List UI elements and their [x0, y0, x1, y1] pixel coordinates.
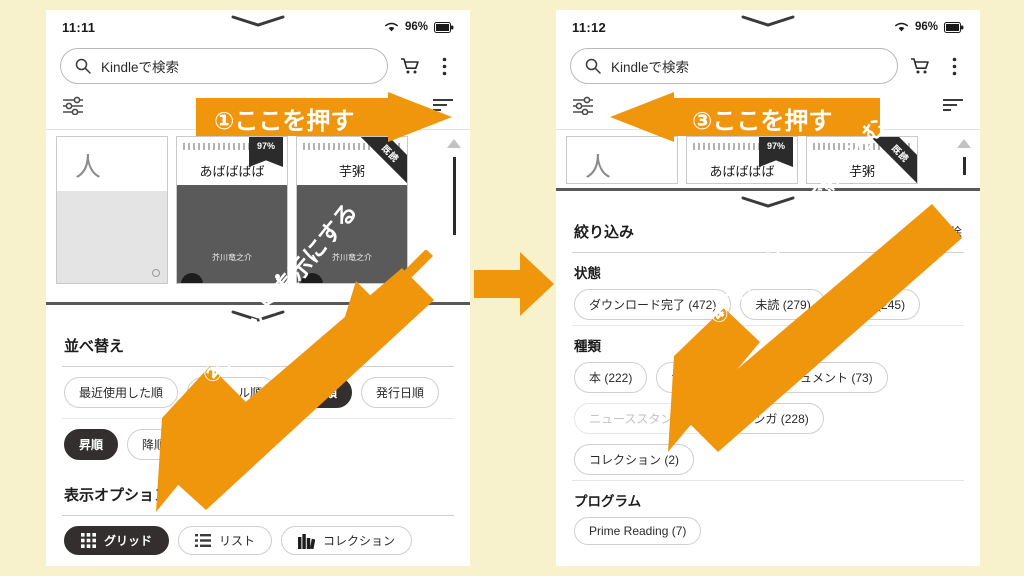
- shelf-scrollbar[interactable]: [446, 138, 462, 235]
- filter-chip-book[interactable]: 本 (222): [574, 362, 648, 393]
- battery-icon: [434, 21, 454, 33]
- filter-settings-button[interactable]: [62, 95, 84, 120]
- status-right-group: 96%: [384, 21, 454, 33]
- battery-percent: 96%: [914, 21, 938, 33]
- search-input[interactable]: Kindleで検索: [60, 48, 388, 84]
- annotation-step-1: ①ここを押す: [196, 92, 452, 142]
- wifi-icon: [895, 22, 908, 32]
- display-chip-collection-label: コレクション: [323, 534, 396, 548]
- grid-icon: [81, 533, 96, 548]
- filter-group-label-program: プログラム: [574, 494, 642, 509]
- book-title: 芋粥: [338, 164, 365, 179]
- filter-settings-button[interactable]: [572, 95, 594, 120]
- filter-title: 絞り込み: [574, 224, 635, 241]
- notch-chevron-icon: [231, 15, 285, 27]
- shelf-scrollbar[interactable]: [956, 138, 972, 175]
- annotation-step-3-label: ③ここを押す: [692, 108, 833, 135]
- sort-icon: [943, 99, 963, 111]
- display-options-row: グリッド リスト コレクション: [46, 516, 470, 565]
- annotation-step-4: ④コレクションで絞り込む: [660, 114, 970, 460]
- scroll-thumb[interactable]: [962, 157, 966, 175]
- cart-icon: [911, 58, 929, 74]
- search-icon: [585, 58, 601, 74]
- scroll-thumb[interactable]: [452, 157, 456, 235]
- screenshot-stage: 11:11 96% Kindleで検索 人 あばばばば 芥川竜之介 97% 芋粥…: [0, 0, 1024, 576]
- right-status-bar: 11:12 96%: [556, 10, 980, 44]
- status-time: 11:11: [62, 19, 96, 35]
- overflow-menu-button[interactable]: [942, 57, 966, 76]
- pdf-cover-top: 人: [567, 137, 677, 183]
- status-right-group: 96%: [894, 21, 964, 33]
- cart-button[interactable]: [908, 57, 932, 75]
- search-icon: [75, 58, 91, 74]
- pdf-cover-top: 人: [57, 137, 167, 191]
- left-search-row: Kindleで検索: [46, 44, 470, 92]
- notch-chevron-icon: [741, 15, 795, 27]
- order-chip-asc[interactable]: 昇順: [64, 429, 119, 460]
- wifi-icon: [385, 22, 398, 32]
- display-chip-collection[interactable]: コレクション: [281, 526, 413, 555]
- display-chip-list[interactable]: リスト: [178, 526, 273, 555]
- cart-button[interactable]: [398, 57, 422, 75]
- right-arrow-icon: [474, 252, 554, 316]
- filter-settings-icon: [63, 96, 83, 116]
- display-chip-grid-label: グリッド: [104, 534, 153, 548]
- sort-button[interactable]: [942, 97, 964, 118]
- annotation-step-3: ③ここを押す: [610, 92, 880, 142]
- book-card-1[interactable]: あばばばば 97%: [686, 136, 798, 184]
- battery-percent: 96%: [404, 21, 428, 33]
- annotation-step-2: ②グリッド表示にする: [150, 198, 440, 520]
- filter-chips-program: Prime Reading (7): [556, 512, 980, 550]
- scroll-up-icon: [957, 139, 971, 148]
- overflow-menu-button[interactable]: [432, 57, 456, 76]
- overflow-menu-icon: [952, 57, 956, 75]
- filter-chip-prime-reading[interactable]: Prime Reading (7): [574, 517, 702, 545]
- filter-settings-icon: [573, 96, 593, 116]
- overflow-menu-icon: [442, 57, 446, 75]
- list-icon: [195, 534, 212, 547]
- book-card-pdf[interactable]: 人: [566, 136, 678, 184]
- transition-arrow: [472, 248, 556, 320]
- right-search-row: Kindleで検索: [556, 44, 980, 92]
- pdf-person-icon: 人: [585, 153, 612, 183]
- search-input[interactable]: Kindleで検索: [570, 48, 898, 84]
- search-placeholder: Kindleで検索: [101, 60, 180, 75]
- cart-icon: [401, 58, 419, 74]
- display-chip-grid[interactable]: グリッド: [64, 526, 170, 555]
- annotation-step-1-label: ①ここを押す: [214, 108, 355, 135]
- left-status-bar: 11:11 96%: [46, 10, 470, 44]
- status-time: 11:12: [572, 19, 607, 35]
- battery-icon: [944, 21, 964, 33]
- search-placeholder: Kindleで検索: [611, 60, 690, 75]
- pdf-person-icon: 人: [75, 153, 102, 183]
- display-chip-list-label: リスト: [219, 534, 256, 548]
- annotation-arrow-shape: [668, 204, 962, 452]
- collection-icon: [298, 533, 316, 549]
